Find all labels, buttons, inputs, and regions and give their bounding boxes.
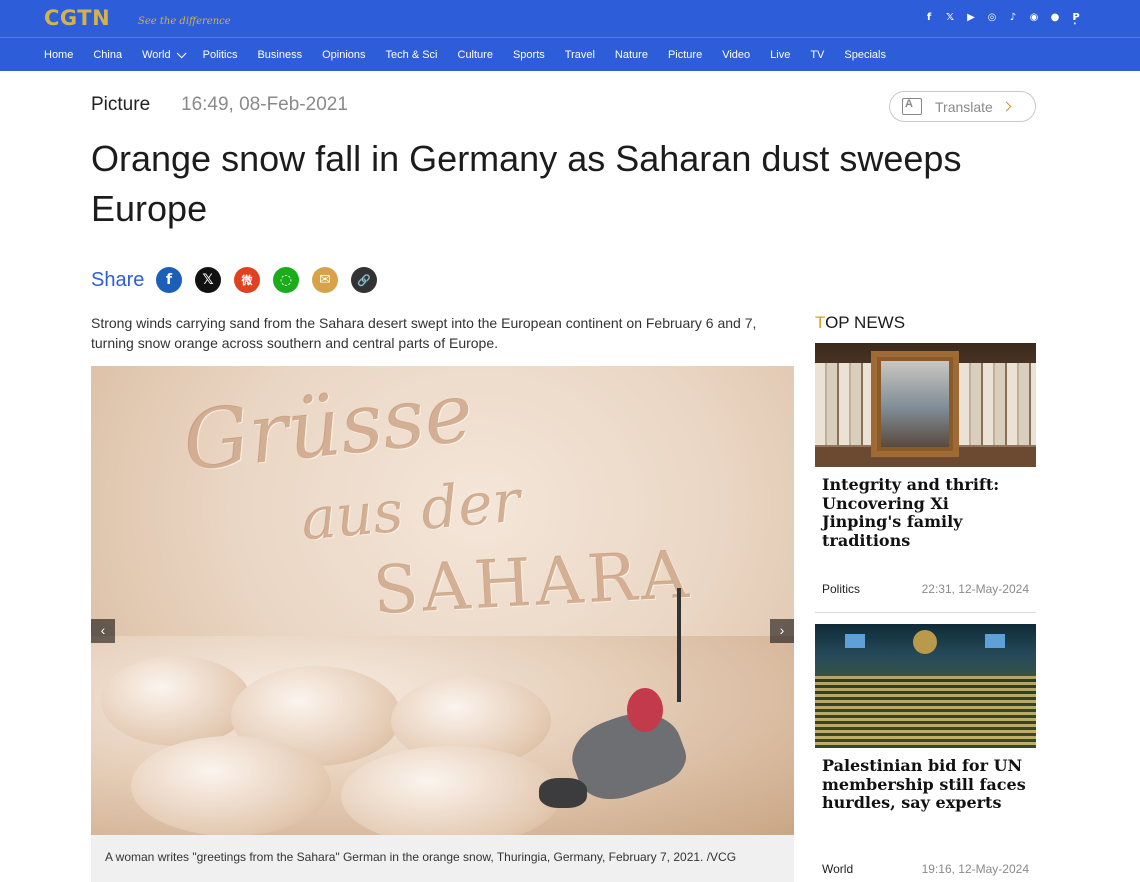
main-nav: Home China World Politics Business Opini… <box>44 38 906 72</box>
share-label: Share <box>91 269 145 291</box>
article-lead: Strong winds carrying sand from the Saha… <box>91 315 757 351</box>
wechat-icon[interactable]: ● <box>1049 11 1061 25</box>
top-header-bar: CGTN See the difference f 𝕏 ▶ ◎ ♪ ◉ ● P … <box>0 0 1140 37</box>
hall-screen <box>845 634 865 648</box>
nav-item-opinions[interactable]: Opinions <box>322 49 365 61</box>
top-news-heading-rest: OP NEWS <box>825 313 906 332</box>
chevron-right-icon <box>1001 101 1012 112</box>
top-news-time: 22:31, 12-May-2024 <box>921 582 1029 596</box>
un-emblem <box>913 630 937 654</box>
translate-button[interactable]: Translate <box>889 91 1036 122</box>
nav-item-specials[interactable]: Specials <box>844 49 886 61</box>
email-share-icon[interactable]: ✉ <box>312 267 338 293</box>
nav-item-tv[interactable]: TV <box>810 49 824 61</box>
snow-writing-line-2: aus der <box>298 466 523 554</box>
youtube-icon[interactable]: ▶ <box>965 11 977 25</box>
person-figure <box>539 778 587 808</box>
snow-writing-line-3: SAHARA <box>371 535 695 630</box>
tiktok-icon[interactable]: ♪ <box>1007 11 1019 25</box>
top-news-meta: World 19:16, 12-May-2024 <box>815 862 1036 876</box>
snow-mound <box>341 746 561 835</box>
hall-screen <box>985 634 1005 648</box>
translate-label: Translate <box>935 98 993 115</box>
divider <box>815 612 1036 613</box>
weibo-share-icon[interactable]: 微 <box>234 267 260 293</box>
nav-item-business[interactable]: Business <box>257 49 302 61</box>
top-news-category[interactable]: World <box>822 862 853 876</box>
main-nav-bar: Home China World Politics Business Opini… <box>0 37 1140 71</box>
nav-item-picture[interactable]: Picture <box>668 49 702 61</box>
x-icon[interactable]: 𝕏 <box>944 11 956 25</box>
framed-photo <box>881 361 949 447</box>
weibo-icon[interactable]: ◉ <box>1028 11 1040 25</box>
social-links: f 𝕏 ▶ ◎ ♪ ◉ ● P <box>923 11 1082 25</box>
photo-caption-text: A woman writes "greetings from the Sahar… <box>105 850 737 864</box>
cgtn-logo[interactable]: CGTN <box>44 6 110 30</box>
nav-item-world[interactable]: World <box>142 47 187 61</box>
person-red-hat <box>627 688 663 732</box>
nav-item-live[interactable]: Live <box>770 49 790 61</box>
nav-item-video[interactable]: Video <box>722 49 750 61</box>
copy-link-share-icon[interactable]: 🔗 <box>351 267 377 293</box>
snow-mound <box>101 656 251 746</box>
top-news-heading-accent: T <box>815 313 826 332</box>
x-share-icon[interactable]: 𝕏 <box>195 267 221 293</box>
instagram-icon[interactable]: ◎ <box>986 11 998 25</box>
nav-item-china[interactable]: China <box>93 49 122 61</box>
nav-item-culture[interactable]: Culture <box>458 49 493 61</box>
carousel-next-button[interactable]: › <box>770 619 794 643</box>
snow-writing-line-1: Grüsse <box>178 366 478 490</box>
facebook-icon[interactable]: f <box>923 11 935 25</box>
top-news-card[interactable]: Integrity and thrift: Uncovering Xi Jinp… <box>815 343 1036 613</box>
photo-frame <box>871 351 959 457</box>
top-news-thumbnail[interactable] <box>815 343 1036 467</box>
top-news-title[interactable]: Palestinian bid for UN membership still … <box>815 756 1036 813</box>
chevron-down-icon <box>176 47 187 58</box>
nav-item-tech-sci[interactable]: Tech & Sci <box>386 49 438 61</box>
top-news-heading: TOP NEWS <box>815 313 905 333</box>
share-icons: f 𝕏 微 ◌ ✉ 🔗 <box>156 267 377 293</box>
nav-item-sports[interactable]: Sports <box>513 49 545 61</box>
wechat-share-icon[interactable]: ◌ <box>273 267 299 293</box>
carousel-prev-button[interactable]: ‹ <box>91 619 115 643</box>
top-news-category[interactable]: Politics <box>822 582 860 596</box>
nav-item-travel[interactable]: Travel <box>565 49 595 61</box>
translate-icon <box>902 98 922 115</box>
assembly-seats <box>815 676 1036 748</box>
writing-stick <box>677 588 681 702</box>
article-photo[interactable]: Grüsse aus der SAHARA ‹ › <box>91 366 794 835</box>
article-section[interactable]: Picture <box>91 94 150 116</box>
nav-item-world-label: World <box>142 49 171 61</box>
more-menu-icon[interactable]: ⋮ <box>1068 9 1082 27</box>
top-news-card[interactable]: Palestinian bid for UN membership still … <box>815 624 1036 813</box>
top-news-time: 19:16, 12-May-2024 <box>921 862 1029 876</box>
article-date: 16:49, 08-Feb-2021 <box>181 94 348 115</box>
article-headline: Orange snow fall in Germany as Saharan d… <box>91 138 962 229</box>
photo-caption: A woman writes "greetings from the Sahar… <box>91 835 794 882</box>
top-news-thumbnail[interactable] <box>815 624 1036 748</box>
nav-item-politics[interactable]: Politics <box>203 49 238 61</box>
top-news-meta: Politics 22:31, 12-May-2024 <box>815 582 1036 596</box>
snow-mound <box>131 736 331 835</box>
nav-item-nature[interactable]: Nature <box>615 49 648 61</box>
nav-item-home[interactable]: Home <box>44 49 73 61</box>
facebook-share-icon[interactable]: f <box>156 267 182 293</box>
top-news-title[interactable]: Integrity and thrift: Uncovering Xi Jinp… <box>815 475 1036 550</box>
logo-slogan: See the difference <box>138 16 231 27</box>
